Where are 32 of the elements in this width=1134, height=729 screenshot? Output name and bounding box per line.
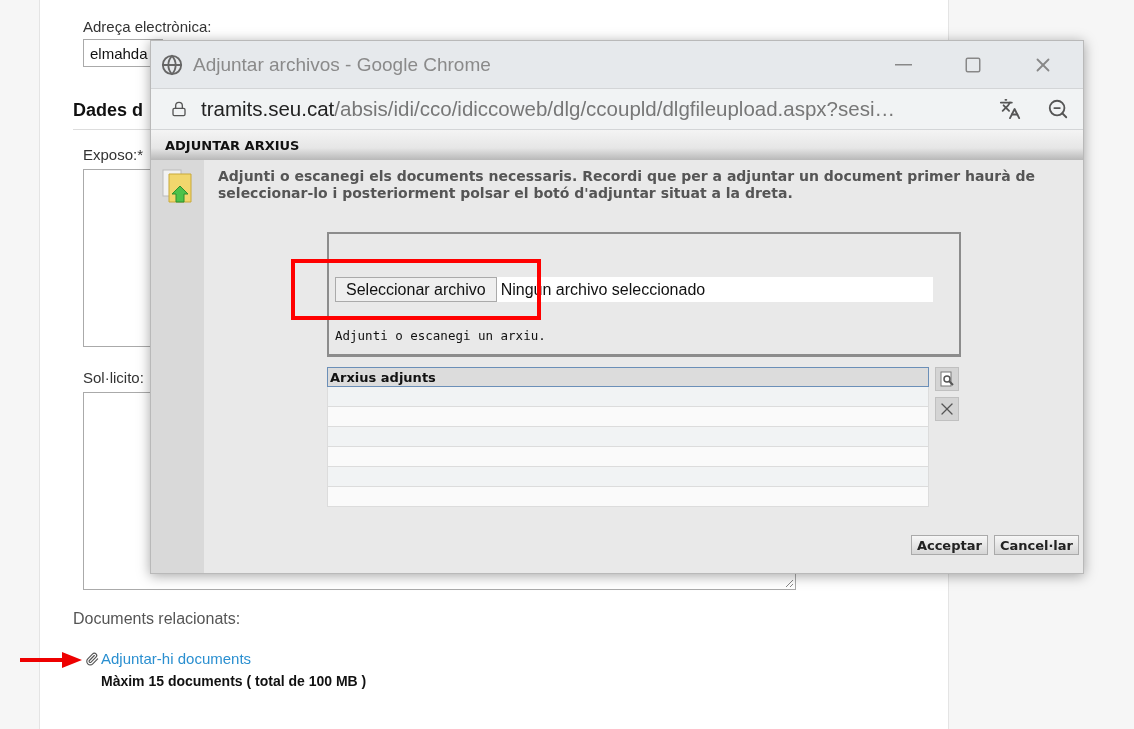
table-row[interactable]: [327, 387, 929, 407]
minimize-icon: [894, 63, 912, 66]
dialog-header: ADJUNTAR ARXIUS: [151, 130, 1083, 160]
delete-button[interactable]: [935, 397, 959, 421]
folder-upload-icon: [160, 168, 195, 206]
cancel-button[interactable]: Cancel·lar: [993, 535, 1079, 555]
preview-icon: [939, 371, 955, 387]
limit-note: Màxim 15 documents ( total de 100 MB ): [101, 673, 368, 689]
attach-link[interactable]: Adjuntar-hi documents: [101, 650, 252, 667]
upload-hint: Adjunti o escanegi un arxiu.: [335, 328, 547, 343]
accept-button[interactable]: Acceptar: [910, 535, 988, 555]
maximize-icon: [964, 55, 982, 74]
section-label: Documents relacionats:: [73, 610, 242, 628]
paperclip-icon: [85, 651, 99, 666]
table-row[interactable]: [327, 487, 929, 507]
zoom-out-icon[interactable]: [1047, 98, 1069, 120]
column-header: Arxius adjunts: [327, 367, 929, 387]
field-label: Exposo:*: [83, 146, 144, 163]
resize-grip-icon[interactable]: [784, 578, 794, 588]
table-row[interactable]: [327, 447, 929, 467]
window-title: Adjuntar archivos - Google Chrome: [193, 53, 492, 76]
table-row[interactable]: [327, 407, 929, 427]
translate-icon[interactable]: [999, 98, 1021, 120]
lock-icon: [171, 101, 187, 117]
globe-icon: [161, 53, 183, 76]
table-row[interactable]: [327, 467, 929, 487]
choose-file-button[interactable]: Seleccionar archivo: [335, 277, 497, 302]
preview-button[interactable]: [935, 367, 959, 391]
table-row[interactable]: [327, 427, 929, 447]
field-label: Sol·licito:: [83, 369, 144, 386]
instructions-text: Adjunti o escanegi els documents necessaris. Recordi que per a adjuntar un document primer haurà de seleccionar-lo i posteriorment polsar el botó d'adjuntar situat a la dreta.: [218, 168, 1037, 202]
field-label: Adreça electrònica:: [83, 18, 212, 35]
